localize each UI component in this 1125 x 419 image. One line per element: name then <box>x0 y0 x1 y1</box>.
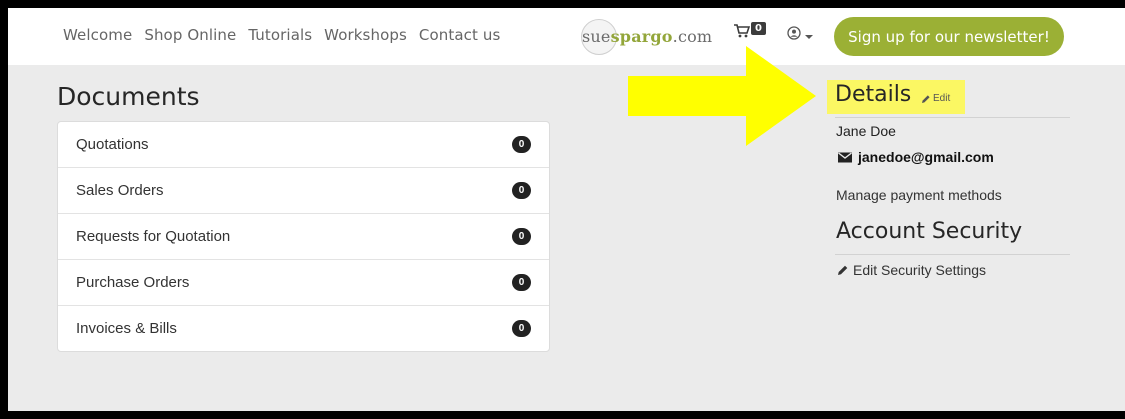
doc-row-label: Invoices & Bills <box>76 320 177 337</box>
doc-count-badge: 0 <box>512 182 531 199</box>
nav-link-tutorials[interactable]: Tutorials <box>248 26 312 44</box>
account-security-title: Account Security <box>836 219 1023 244</box>
logo-text-sue: sue <box>582 26 611 46</box>
cart-count-badge: 0 <box>751 22 766 35</box>
caret-down-icon <box>805 27 813 45</box>
cart-icon <box>734 23 750 39</box>
yellow-arrow-icon <box>628 46 816 146</box>
nav-links: Welcome Shop Online Tutorials Workshops … <box>63 26 500 44</box>
top-navbar: Welcome Shop Online Tutorials Workshops … <box>8 8 1125 65</box>
details-title: Details <box>835 82 912 107</box>
security-divider <box>835 254 1070 255</box>
logo-text-domain: .com <box>672 26 713 46</box>
doc-row-quotations[interactable]: Quotations 0 <box>58 122 549 168</box>
doc-row-requests-for-quotation[interactable]: Requests for Quotation 0 <box>58 214 549 260</box>
nav-link-contact-us[interactable]: Contact us <box>419 26 500 44</box>
email-row: janedoe@gmail.com <box>838 149 994 165</box>
newsletter-signup-button[interactable]: Sign up for our newsletter! <box>834 17 1064 56</box>
envelope-icon <box>838 151 852 163</box>
edit-security-settings-link[interactable]: Edit Security Settings <box>837 262 986 278</box>
logo-text-spargo: spargo <box>610 26 673 46</box>
user-name: Jane Doe <box>836 123 896 139</box>
doc-row-purchase-orders[interactable]: Purchase Orders 0 <box>58 260 549 306</box>
pencil-icon <box>837 264 849 276</box>
doc-count-badge: 0 <box>512 228 531 245</box>
manage-payment-methods-link[interactable]: Manage payment methods <box>836 187 1002 203</box>
user-email: janedoe@gmail.com <box>858 149 994 165</box>
doc-row-label: Quotations <box>76 136 149 153</box>
doc-row-invoices-bills[interactable]: Invoices & Bills 0 <box>58 306 549 351</box>
details-edit-label: Edit <box>933 93 951 104</box>
doc-row-label: Sales Orders <box>76 182 164 199</box>
nav-link-shop-online[interactable]: Shop Online <box>144 26 236 44</box>
cart-button[interactable]: 0 <box>734 22 766 39</box>
user-circle-icon <box>787 26 801 45</box>
edit-security-settings-label: Edit Security Settings <box>853 262 987 278</box>
doc-count-badge: 0 <box>512 136 531 153</box>
nav-link-workshops[interactable]: Workshops <box>324 26 407 44</box>
pencil-icon <box>921 94 931 104</box>
doc-count-badge: 0 <box>512 320 531 337</box>
doc-count-badge: 0 <box>512 274 531 291</box>
logo-text: suespargo.com <box>580 27 712 46</box>
doc-row-label: Requests for Quotation <box>76 228 231 245</box>
details-edit-link[interactable]: Edit <box>921 93 950 104</box>
app-frame: Welcome Shop Online Tutorials Workshops … <box>8 8 1125 411</box>
doc-row-sales-orders[interactable]: Sales Orders 0 <box>58 168 549 214</box>
user-menu-toggle[interactable] <box>787 26 813 45</box>
details-divider <box>835 117 1070 118</box>
nav-link-welcome[interactable]: Welcome <box>63 26 132 44</box>
documents-title: Documents <box>57 82 200 111</box>
doc-row-label: Purchase Orders <box>76 274 190 291</box>
documents-list: Quotations 0 Sales Orders 0 Requests for… <box>57 121 550 352</box>
